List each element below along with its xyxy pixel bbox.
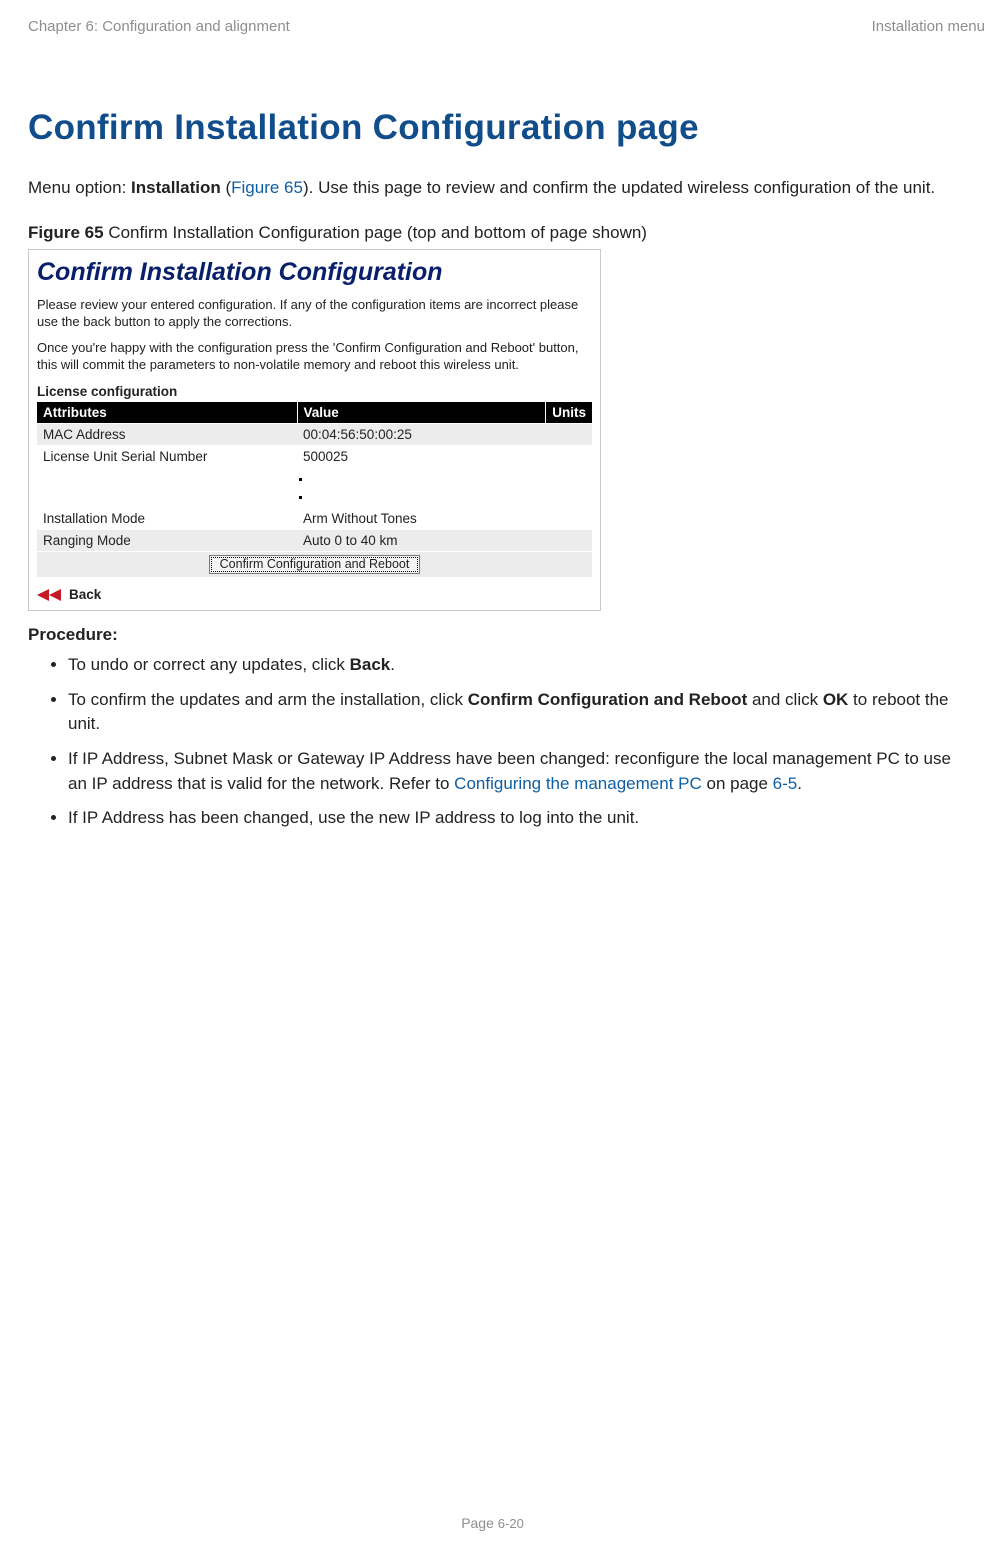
figure-box: Confirm Installation Configuration Pleas… bbox=[28, 249, 601, 612]
main-content: Confirm Installation Configuration page … bbox=[28, 108, 957, 831]
table-row: Ranging Mode Auto 0 to 40 km bbox=[37, 530, 592, 552]
procedure-heading: Procedure: bbox=[28, 625, 957, 645]
intro-paragraph: Menu option: Installation (Figure 65). U… bbox=[28, 176, 957, 201]
footer-page-number: 6-20 bbox=[498, 1516, 524, 1531]
table-header-row: Attributes Value Units bbox=[37, 402, 592, 424]
back-link[interactable]: Back bbox=[37, 587, 592, 602]
li-link[interactable]: 6-5 bbox=[773, 774, 798, 793]
cell-attr: License Unit Serial Number bbox=[37, 446, 297, 468]
li-bold: OK bbox=[823, 690, 849, 709]
th-units: Units bbox=[546, 402, 592, 424]
truncation-dots bbox=[37, 467, 592, 507]
li-link[interactable]: Configuring the management PC bbox=[454, 774, 702, 793]
config-table-top: Attributes Value Units MAC Address 00:04… bbox=[37, 402, 592, 467]
page-footer: Page 6-20 bbox=[0, 1515, 985, 1531]
intro-prefix: Menu option: bbox=[28, 178, 131, 197]
cell-val: Auto 0 to 40 km bbox=[297, 530, 547, 552]
header-right: Installation menu bbox=[872, 18, 985, 35]
header-left: Chapter 6: Configuration and alignment bbox=[28, 18, 290, 35]
li-text: To undo or correct any updates, click bbox=[68, 655, 350, 674]
cell-attr: MAC Address bbox=[37, 424, 297, 446]
list-item: If IP Address, Subnet Mask or Gateway IP… bbox=[68, 747, 957, 796]
table-row: License Unit Serial Number 500025 bbox=[37, 446, 592, 468]
footer-label: Page bbox=[461, 1515, 498, 1531]
table-row: Installation Mode Arm Without Tones bbox=[37, 508, 592, 530]
li-text: If IP Address has been changed, use the … bbox=[68, 808, 639, 827]
li-bold: Confirm Configuration and Reboot bbox=[468, 690, 748, 709]
back-arrows-icon bbox=[37, 588, 63, 602]
panel-p1: Please review your entered configuration… bbox=[37, 297, 592, 331]
li-bold: Back bbox=[350, 655, 391, 674]
figure-label: Figure 65 bbox=[28, 223, 104, 242]
back-label: Back bbox=[69, 587, 101, 602]
cell-unit bbox=[547, 530, 592, 552]
cell-val: 00:04:56:50:00:25 bbox=[297, 424, 546, 446]
li-text: on page bbox=[702, 774, 773, 793]
intro-mid: ( bbox=[221, 178, 231, 197]
th-value: Value bbox=[297, 402, 546, 424]
figure-caption-text: Confirm Installation Configuration page … bbox=[104, 223, 647, 242]
cell-unit bbox=[546, 424, 592, 446]
cell-val: Arm Without Tones bbox=[297, 508, 547, 530]
button-row: Confirm Configuration and Reboot bbox=[37, 552, 592, 578]
cell-val: 500025 bbox=[297, 446, 546, 468]
panel-p2: Once you're happy with the configuration… bbox=[37, 340, 592, 374]
procedure-list: To undo or correct any updates, click Ba… bbox=[28, 653, 957, 831]
li-text: To confirm the updates and arm the insta… bbox=[68, 690, 468, 709]
page-title: Confirm Installation Configuration page bbox=[28, 108, 957, 148]
th-attributes: Attributes bbox=[37, 402, 297, 424]
panel-title: Confirm Installation Configuration bbox=[37, 258, 592, 287]
li-text: . bbox=[797, 774, 802, 793]
confirm-reboot-button[interactable]: Confirm Configuration and Reboot bbox=[209, 555, 421, 574]
li-text: . bbox=[390, 655, 395, 674]
list-item: To undo or correct any updates, click Ba… bbox=[68, 653, 957, 678]
cell-unit bbox=[546, 446, 592, 468]
intro-suffix: ). Use this page to review and confirm t… bbox=[303, 178, 935, 197]
cell-unit bbox=[547, 508, 592, 530]
config-table-bottom: Installation Mode Arm Without Tones Rang… bbox=[37, 507, 592, 577]
cell-attr: Installation Mode bbox=[37, 508, 297, 530]
list-item: If IP Address has been changed, use the … bbox=[68, 806, 957, 831]
intro-link[interactable]: Figure 65 bbox=[231, 178, 303, 197]
table-row: MAC Address 00:04:56:50:00:25 bbox=[37, 424, 592, 446]
cell-attr: Ranging Mode bbox=[37, 530, 297, 552]
list-item: To confirm the updates and arm the insta… bbox=[68, 688, 957, 737]
figure-caption: Figure 65 Confirm Installation Configura… bbox=[28, 223, 957, 243]
li-text: and click bbox=[747, 690, 823, 709]
intro-bold: Installation bbox=[131, 178, 221, 197]
section-label: License configuration bbox=[37, 384, 592, 399]
